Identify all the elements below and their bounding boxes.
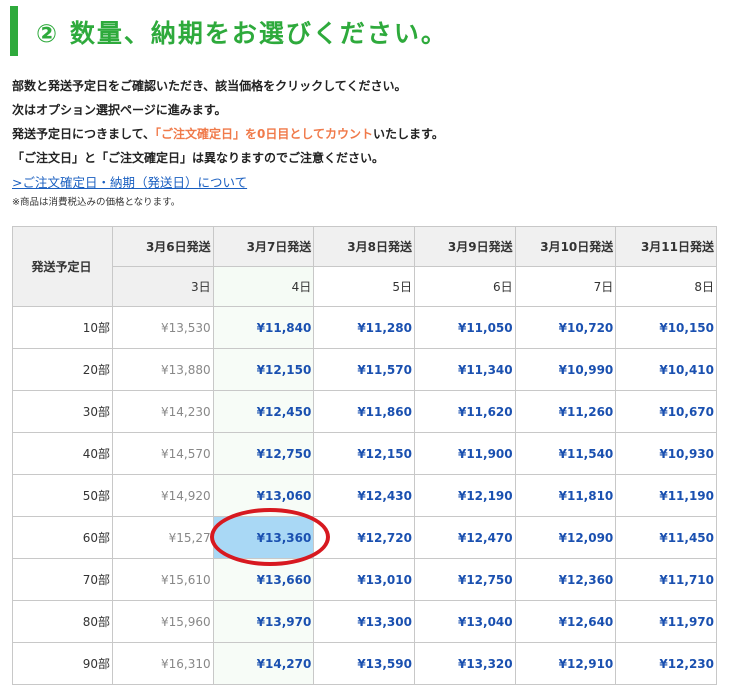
column-days-0: 3日 [112, 266, 214, 307]
column-date-0: 3月6日発送 [112, 226, 214, 267]
quantity-cell: 30部 [12, 390, 113, 433]
quantity-cell: 20部 [12, 348, 113, 391]
price-cell[interactable]: ¥12,230 [615, 642, 717, 685]
table-row: 10部 ¥13,530 ¥11,840 ¥11,280 ¥11,050 ¥10,720 ¥1… [12, 306, 717, 349]
price-cell[interactable]: ¥11,970 [615, 600, 717, 643]
table-row: 20部 ¥13,880 ¥12,150 ¥11,570 ¥11,340 ¥10,990 ¥1… [12, 348, 717, 391]
instruction-line-2: 次はオプション選択ページに進みます。 [12, 103, 227, 117]
price-cell[interactable]: ¥13,010 [313, 558, 415, 601]
quantity-cell: 10部 [12, 306, 113, 349]
price-cell[interactable]: ¥12,360 [514, 558, 617, 601]
price-cell[interactable]: ¥11,260 [514, 390, 617, 433]
price-cell[interactable]: ¥10,150 [615, 306, 717, 349]
price-cell-unavailable: ¥15,610 [112, 558, 214, 601]
price-cell[interactable]: ¥13,300 [313, 600, 415, 643]
price-cell[interactable]: ¥10,410 [615, 348, 717, 391]
column-days-4: 7日 [514, 266, 617, 307]
price-cell[interactable]: ¥13,320 [413, 642, 516, 685]
price-cell-unavailable: ¥14,920 [112, 474, 214, 517]
instructions: 部数と発送予定日をご確認いただき、該当価格をクリックしてください。 次はオプショ… [12, 74, 444, 170]
quantity-cell: 90部 [12, 642, 113, 685]
quantity-cell: 50部 [12, 474, 113, 517]
price-cell[interactable]: ¥12,750 [413, 558, 516, 601]
table-row: 30部 ¥14,230 ¥12,450 ¥11,860 ¥11,620 ¥11,260 ¥1… [12, 390, 717, 433]
instruction-line-3-post: いたします。 [373, 127, 444, 141]
price-cell[interactable]: ¥11,570 [313, 348, 415, 391]
price-cell[interactable]: ¥12,640 [514, 600, 617, 643]
price-cell[interactable]: ¥13,040 [413, 600, 516, 643]
price-cell[interactable]: ¥11,340 [413, 348, 516, 391]
price-cell[interactable]: ¥11,900 [413, 432, 516, 475]
price-cell-unavailable: ¥14,570 [112, 432, 214, 475]
price-cell[interactable]: ¥14,270 [212, 642, 315, 685]
quantity-cell: 60部 [12, 516, 113, 559]
price-cell[interactable]: ¥11,710 [615, 558, 717, 601]
price-cell[interactable]: ¥10,720 [514, 306, 617, 349]
column-date-4: 3月10日発送 [514, 226, 617, 267]
price-cell[interactable]: ¥12,150 [212, 348, 315, 391]
quantity-cell: 80部 [12, 600, 113, 643]
tax-note: ※商品は消費税込みの価格となります。 [12, 197, 181, 208]
price-cell[interactable]: ¥11,450 [615, 516, 717, 559]
column-days-2: 5日 [313, 266, 415, 307]
price-cell-unavailable: ¥13,530 [112, 306, 214, 349]
price-cell[interactable]: ¥10,930 [615, 432, 717, 475]
row-header: 発送予定日 [12, 226, 113, 307]
price-cell[interactable]: ¥13,970 [212, 600, 315, 643]
selection-circle [210, 508, 330, 566]
price-cell[interactable]: ¥11,620 [413, 390, 516, 433]
instruction-line-3-pre: 発送予定日につきまして、 [12, 127, 156, 141]
price-cell[interactable]: ¥11,840 [212, 306, 315, 349]
price-cell[interactable]: ¥11,860 [313, 390, 415, 433]
section-title: ② 数量、納期をお選びください。 [36, 19, 448, 48]
price-cell[interactable]: ¥12,090 [514, 516, 617, 559]
price-cell[interactable]: ¥10,990 [514, 348, 617, 391]
column-days-1: 4日 [212, 266, 315, 307]
price-cell[interactable]: ¥11,190 [615, 474, 717, 517]
price-cell[interactable]: ¥12,190 [413, 474, 516, 517]
column-days-5: 8日 [615, 266, 717, 307]
price-cell-unavailable: ¥15,960 [112, 600, 214, 643]
table-row: 40部 ¥14,570 ¥12,750 ¥12,150 ¥11,900 ¥11,540 ¥1… [12, 432, 717, 475]
price-cell[interactable]: ¥12,450 [212, 390, 315, 433]
column-date-1: 3月7日発送 [212, 226, 315, 267]
price-cell[interactable]: ¥11,280 [313, 306, 415, 349]
price-cell[interactable]: ¥11,540 [514, 432, 617, 475]
instruction-line-4: 「ご注文日」と「ご注文確定日」は異なりますのでご注意ください。 [12, 151, 385, 165]
instruction-highlight: 「ご注文確定日」を0日目としてカウント [155, 127, 374, 141]
price-cell[interactable]: ¥10,670 [615, 390, 717, 433]
table-row: 50部 ¥14,920 ¥13,060 ¥12,430 ¥12,190 ¥11,810 ¥1… [12, 474, 717, 517]
table-row: 60部 ¥15,27 ¥13,360 ¥12,720 ¥12,470 ¥12,090 ¥11… [12, 516, 717, 559]
table-row: 80部 ¥15,960 ¥13,970 ¥13,300 ¥13,040 ¥12,640 ¥1… [12, 600, 717, 643]
price-cell[interactable]: ¥13,590 [313, 642, 415, 685]
quantity-cell: 40部 [12, 432, 113, 475]
price-cell-unavailable: ¥16,310 [112, 642, 214, 685]
price-table: 発送予定日 3月6日発送 3月7日発送 3月8日発送 3月9日発送 3月10日発送 3月1… [12, 226, 717, 685]
instruction-line-3: 発送予定日につきまして、「ご注文確定日」を0日目としてカウントいたします。 [12, 122, 444, 146]
price-cell[interactable]: ¥12,750 [212, 432, 315, 475]
price-cell-unavailable: ¥13,880 [112, 348, 214, 391]
column-date-5: 3月11日発送 [615, 226, 717, 267]
price-cell[interactable]: ¥12,150 [313, 432, 415, 475]
quantity-cell: 70部 [12, 558, 113, 601]
instruction-line-1: 部数と発送予定日をご確認いただき、該当価格をクリックしてください。 [12, 79, 407, 93]
price-cell[interactable]: ¥12,470 [413, 516, 516, 559]
table-row: 90部 ¥16,310 ¥14,270 ¥13,590 ¥13,320 ¥12,910 ¥1… [12, 642, 717, 685]
column-days-3: 6日 [413, 266, 516, 307]
price-cell-unavailable: ¥14,230 [112, 390, 214, 433]
column-date-3: 3月9日発送 [413, 226, 516, 267]
price-cell[interactable]: ¥11,810 [514, 474, 617, 517]
price-cell[interactable]: ¥12,910 [514, 642, 617, 685]
price-cell[interactable]: ¥12,430 [313, 474, 415, 517]
column-date-2: 3月8日発送 [313, 226, 415, 267]
price-cell-unavailable: ¥15,27 [112, 516, 214, 559]
delivery-info-link[interactable]: >ご注文確定日・納期（発送日）について [12, 172, 247, 191]
section-heading: ② 数量、納期をお選びください。 [10, 6, 730, 56]
price-cell[interactable]: ¥11,050 [413, 306, 516, 349]
table-row: 70部 ¥15,610 ¥13,660 ¥13,010 ¥12,750 ¥12,360 ¥1… [12, 558, 717, 601]
